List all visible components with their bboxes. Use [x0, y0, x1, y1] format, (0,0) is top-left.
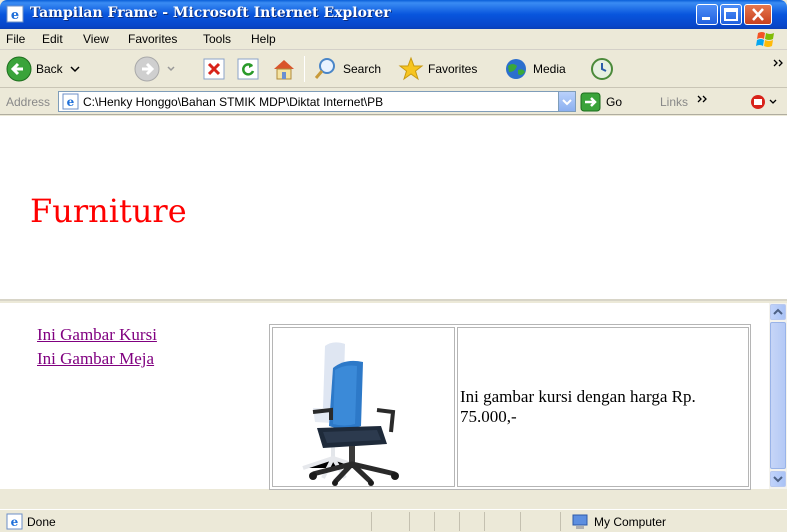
home-button[interactable] [271, 54, 297, 84]
office-chair-image [302, 342, 399, 486]
menu-help[interactable]: Help [251, 32, 276, 46]
refresh-button[interactable] [237, 54, 259, 84]
close-icon [752, 8, 764, 21]
vertical-scrollbar[interactable] [769, 303, 787, 489]
scroll-thumb[interactable] [770, 322, 786, 469]
ie-page-icon: e [62, 93, 79, 110]
menu-tools[interactable]: Tools [203, 32, 231, 46]
menu-edit[interactable]: Edit [42, 32, 63, 46]
chevron-down-icon [167, 66, 175, 72]
status-divider [459, 512, 460, 531]
status-text: Done [27, 515, 56, 529]
address-bar: Address e C:\Henky Honggo\Bahan STMIK MD… [0, 88, 787, 115]
forward-arrow-icon [134, 56, 160, 82]
my-computer-icon [572, 514, 588, 529]
address-label: Address [6, 95, 51, 109]
scroll-up-button[interactable] [770, 304, 786, 320]
history-button[interactable] [589, 54, 615, 84]
page-heading: Furniture [30, 192, 187, 230]
star-icon [398, 56, 424, 81]
status-divider [409, 512, 410, 531]
menu-favorites[interactable]: Favorites [128, 32, 177, 46]
top-frame: Furniture [0, 116, 787, 301]
back-button[interactable]: Back [6, 54, 81, 84]
favorites-button[interactable]: Favorites [398, 54, 477, 84]
address-input[interactable]: e C:\Henky Honggo\Bahan STMIK MDP\Diktat… [58, 91, 576, 112]
status-divider [484, 512, 485, 531]
close-button[interactable] [744, 4, 772, 25]
menu-file[interactable]: File [6, 32, 25, 46]
go-arrow-icon [580, 92, 601, 111]
stop-button[interactable] [203, 54, 225, 84]
maximize-button[interactable] [720, 4, 742, 25]
minimize-button[interactable] [696, 4, 718, 25]
forward-button[interactable] [134, 54, 176, 84]
status-divider [371, 512, 372, 531]
product-description-cell: Ini gambar kursi dengan harga Rp. 75.000… [457, 327, 749, 487]
svg-text:e: e [11, 515, 19, 529]
links-overflow-icon[interactable] [697, 94, 709, 104]
ie-page-icon: e [6, 5, 24, 23]
minimize-icon [702, 17, 710, 20]
chevron-up-icon [773, 308, 783, 315]
standard-toolbar: Back Search Favorites Media [0, 50, 787, 88]
media-button[interactable]: Media [503, 54, 566, 84]
back-label: Back [36, 62, 63, 76]
svg-text:e: e [67, 95, 75, 109]
scroll-down-button[interactable] [770, 471, 786, 487]
menu-view[interactable]: View [83, 32, 109, 46]
product-description: Ini gambar kursi dengan harga Rp. 75.000… [460, 387, 696, 426]
status-bar: e Done My Computer [0, 509, 787, 532]
refresh-icon [237, 58, 259, 80]
address-dropdown-button[interactable] [558, 92, 575, 111]
product-image-cell [272, 327, 455, 487]
media-label: Media [533, 62, 566, 76]
title-bar[interactable]: e Tampilan Frame - Microsoft Internet Ex… [0, 0, 787, 29]
security-zone: My Computer [594, 515, 667, 529]
stop-icon [203, 58, 225, 80]
maximize-icon [724, 8, 738, 21]
go-button[interactable]: Go [580, 91, 622, 112]
svg-text:e: e [11, 8, 19, 23]
favorites-label: Favorites [428, 62, 478, 76]
back-arrow-icon [6, 56, 32, 82]
windows-logo-icon [756, 32, 774, 47]
links-label[interactable]: Links [660, 95, 688, 109]
toolbar-options-icon[interactable] [748, 92, 778, 112]
ie-page-icon: e [6, 513, 23, 530]
history-icon [591, 58, 613, 80]
go-label: Go [606, 94, 623, 109]
product-table: Ini gambar kursi dengan harga Rp. 75.000… [269, 324, 751, 490]
menu-bar: File Edit View Favorites Tools Help [0, 29, 787, 50]
search-button[interactable]: Search [313, 54, 381, 84]
home-icon [274, 60, 294, 80]
status-divider [560, 512, 561, 531]
window-title: Tampilan Frame - Microsoft Internet Expl… [30, 5, 391, 21]
link-gambar-meja[interactable]: Ini Gambar Meja [37, 349, 154, 369]
chevron-down-icon [773, 476, 783, 483]
media-globe-icon [506, 59, 526, 79]
search-label: Search [343, 62, 382, 76]
chevron-down-icon [70, 66, 80, 73]
search-icon [314, 58, 335, 79]
status-divider [434, 512, 435, 531]
link-gambar-kursi[interactable]: Ini Gambar Kursi [37, 325, 157, 345]
toolbar-separator [304, 56, 305, 82]
status-divider [520, 512, 521, 531]
navigation-frame: Ini Gambar Kursi Ini Gambar Meja [0, 303, 242, 489]
content-frame: Ini gambar kursi dengan harga Rp. 75.000… [242, 303, 769, 490]
address-value: C:\Henky Honggo\Bahan STMIK MDP\Diktat I… [83, 95, 384, 109]
toolbar-overflow-icon[interactable] [773, 58, 785, 68]
chevron-down-icon [562, 99, 572, 106]
